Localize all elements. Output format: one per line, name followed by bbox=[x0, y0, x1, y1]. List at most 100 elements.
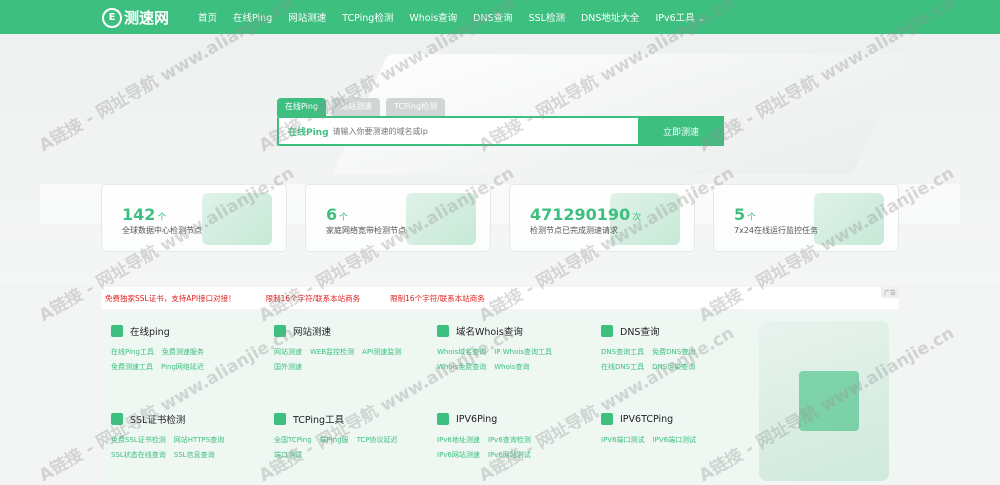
ping-icon bbox=[111, 325, 123, 337]
service-link[interactable]: 网站HTTPS查询 bbox=[174, 435, 224, 445]
service-link[interactable]: IPv6地址测速 bbox=[437, 435, 480, 445]
service-title[interactable]: 域名Whois查询 bbox=[456, 324, 523, 338]
nav-dns[interactable]: DNS查询 bbox=[473, 10, 512, 24]
dns-icon bbox=[601, 325, 613, 337]
tab-speedtest[interactable]: 网站测速 bbox=[332, 98, 381, 116]
nav-ipv6-label: IPv6工具 bbox=[655, 13, 695, 24]
service-title[interactable]: IPV6TCPing bbox=[620, 414, 673, 425]
service-title[interactable]: TCPing工具 bbox=[293, 412, 344, 426]
nav-ping[interactable]: 在线Ping bbox=[233, 10, 272, 24]
services-panel: 在线ping 在线Ping工具 免费测速服务 免费测速工具 Ping网络延迟 网… bbox=[101, 313, 899, 483]
service-title[interactable]: 网站测速 bbox=[293, 324, 331, 338]
ad-link[interactable]: 限制16个字符/联系本站商务 bbox=[266, 293, 361, 304]
service-link[interactable]: 全国TCPing bbox=[274, 435, 312, 445]
service-link[interactable]: 端Ping服 bbox=[320, 435, 349, 445]
service-link[interactable]: Whois查询 bbox=[494, 362, 529, 372]
service-link[interactable]: IPV6端口测试 bbox=[601, 435, 645, 445]
service-tcping: TCPing工具 全国TCPing 端Ping服 TCP协议延迟 端口测试 bbox=[274, 411, 424, 465]
service-link[interactable]: API测速监测 bbox=[362, 347, 401, 357]
site-logo[interactable]: E 测速网 bbox=[102, 7, 169, 28]
stat-unit: 个 bbox=[339, 213, 349, 223]
service-link[interactable]: 国外测速 bbox=[274, 362, 302, 372]
service-dns: DNS查询 DNS查询工具 免费DNS查询 在线DNS工具 DNS污染查询 bbox=[601, 323, 751, 377]
service-link[interactable]: DNS查询工具 bbox=[601, 347, 644, 357]
service-link[interactable]: Whois域名查询 bbox=[437, 347, 486, 357]
service-link[interactable]: 免费SSL证书检测 bbox=[111, 435, 166, 445]
stat-card: 471290190 次 检测节点已完成测速请求 bbox=[509, 184, 695, 252]
speedtest-button[interactable]: 立即测速 bbox=[638, 116, 724, 146]
service-link[interactable]: IPv6网站测试 bbox=[488, 450, 531, 460]
ipv6-ping-icon bbox=[437, 413, 449, 425]
service-link[interactable]: IPv6网站测速 bbox=[437, 450, 480, 460]
ad-link[interactable]: 限制16个字符/联系本站商务 bbox=[390, 293, 485, 304]
stat-card: 5个 7x24在线运行监控任务 bbox=[713, 184, 899, 252]
whois-icon bbox=[437, 325, 449, 337]
service-title[interactable]: IPV6Ping bbox=[456, 414, 497, 425]
tab-ping[interactable]: 在线Ping bbox=[277, 98, 327, 116]
tab-tcping[interactable]: TCPing检测 bbox=[386, 98, 446, 116]
nav-links: 首页 在线Ping 网站测速 TCPing检测 Whois查询 DNS查询 SS… bbox=[190, 0, 713, 34]
nav-dns-list[interactable]: DNS地址大全 bbox=[581, 10, 639, 24]
service-speedtest: 网站测速 网站测速 WEB监控检测 API测速监测 国外测速 bbox=[274, 323, 424, 377]
speedtest-icon bbox=[274, 325, 286, 337]
stat-card: 6个 家庭网络宽带检测节点 bbox=[305, 184, 491, 252]
nav-home[interactable]: 首页 bbox=[198, 10, 217, 24]
service-link[interactable]: SSL状态在线查询 bbox=[111, 450, 166, 460]
nav-speedtest[interactable]: 网站测速 bbox=[288, 10, 326, 24]
service-link[interactable]: IP Whois查询工具 bbox=[494, 347, 552, 357]
service-title[interactable]: SSL证书检测 bbox=[130, 412, 185, 426]
stat-number: 6 bbox=[326, 205, 338, 224]
service-link[interactable]: IPV6端口测试 bbox=[653, 435, 697, 445]
chevron-down-icon: ⌄ bbox=[697, 14, 706, 24]
nav-ipv6-tools[interactable]: IPv6工具 ⌄ bbox=[655, 10, 705, 24]
stat-unit: 个 bbox=[157, 213, 167, 223]
monitor-illustration bbox=[814, 193, 884, 245]
nav-tcping[interactable]: TCPing检测 bbox=[342, 10, 393, 24]
service-ssl: SSL证书检测 免费SSL证书检测 网站HTTPS查询 SSL状态在线查询 SS… bbox=[111, 411, 261, 465]
stat-number: 471290190 bbox=[530, 205, 631, 224]
service-link[interactable]: DNS污染查询 bbox=[652, 362, 695, 372]
tcping-icon bbox=[274, 413, 286, 425]
services-illustration bbox=[759, 321, 889, 481]
service-link[interactable]: 网站测速 bbox=[274, 347, 302, 357]
ipv6-tcping-icon bbox=[601, 413, 613, 425]
service-whois: 域名Whois查询 Whois域名查询 IP Whois查询工具 Whois免费… bbox=[437, 323, 587, 377]
service-link[interactable]: 免费DNS查询 bbox=[652, 347, 695, 357]
search-tabs: 在线Ping 网站测速 TCPing检测 bbox=[277, 98, 451, 116]
service-link[interactable]: WEB监控检测 bbox=[310, 347, 354, 357]
stat-number: 5 bbox=[734, 205, 746, 224]
search-input[interactable] bbox=[332, 126, 633, 136]
service-title[interactable]: DNS查询 bbox=[620, 324, 659, 338]
stat-description: 7x24在线运行监控任务 bbox=[734, 226, 819, 235]
stat-description: 家庭网络宽带检测节点 bbox=[326, 226, 406, 235]
stat-unit: 次 bbox=[632, 213, 642, 223]
service-link[interactable]: Ping网络延迟 bbox=[161, 362, 204, 372]
service-link[interactable]: 在线Ping工具 bbox=[111, 347, 154, 357]
ad-badge: 广告 bbox=[880, 287, 899, 298]
service-link[interactable]: 免费测速服务 bbox=[162, 347, 204, 357]
stat-number: 142 bbox=[122, 205, 156, 224]
stats-row: 142 个 全球数据中心检测节点 6个 家庭网络宽带检测节点 471290190 次… bbox=[101, 184, 899, 252]
stat-card: 142 个 全球数据中心检测节点 bbox=[101, 184, 287, 252]
service-link[interactable]: 在线DNS工具 bbox=[601, 362, 644, 372]
stat-unit: 个 bbox=[747, 213, 757, 223]
stat-description: 检测节点已完成测速请求 bbox=[530, 226, 618, 235]
search-box: 在线Ping 立即测速 bbox=[277, 116, 724, 146]
nav-ssl[interactable]: SSL检测 bbox=[529, 10, 565, 24]
service-link[interactable]: Whois免费查询 bbox=[437, 362, 486, 372]
service-link[interactable]: TCP协议延迟 bbox=[357, 435, 398, 445]
service-link[interactable]: 端口测试 bbox=[274, 450, 302, 460]
nav-whois[interactable]: Whois查询 bbox=[409, 10, 457, 24]
datacenter-illustration bbox=[202, 193, 272, 245]
ssl-icon bbox=[111, 413, 123, 425]
monitor-screen-illustration bbox=[799, 371, 859, 431]
service-link[interactable]: 免费测速工具 bbox=[111, 362, 153, 372]
stat-description: 全球数据中心检测节点 bbox=[122, 226, 202, 235]
service-link[interactable]: IPv6查询检测 bbox=[488, 435, 531, 445]
service-ping: 在线ping 在线Ping工具 免费测速服务 免费测速工具 Ping网络延迟 bbox=[111, 323, 261, 377]
service-link[interactable]: SSL信息查询 bbox=[174, 450, 215, 460]
ad-link[interactable]: 免费独家SSL证书，支持API接口对接！ bbox=[105, 293, 236, 304]
logo-mark-icon: E bbox=[102, 7, 122, 28]
broadband-illustration bbox=[406, 193, 476, 245]
service-title[interactable]: 在线ping bbox=[130, 324, 170, 338]
